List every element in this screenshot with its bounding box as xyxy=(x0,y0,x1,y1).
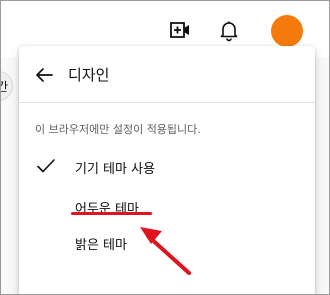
video-plus-icon xyxy=(170,22,189,38)
highlight-underline xyxy=(71,212,152,215)
check-icon xyxy=(35,155,57,177)
appearance-menu: 디자인 이 브라우저에만 설정이 적용됩니다. 기기 테마 사용 어두운 테마 … xyxy=(19,46,315,294)
menu-note: 이 브라우저에만 설정이 적용됩니다. xyxy=(35,123,201,136)
option-dark-theme[interactable]: 어두운 테마 xyxy=(19,190,315,224)
notifications-button[interactable] xyxy=(217,18,241,42)
option-label: 기기 테마 사용 xyxy=(75,162,156,177)
create-video-button[interactable] xyxy=(168,18,192,42)
menu-title: 디자인 xyxy=(68,66,110,84)
back-button[interactable] xyxy=(32,63,56,87)
back-arrow-icon xyxy=(36,68,53,82)
option-light-theme[interactable]: 밝은 테마 xyxy=(19,226,315,260)
avatar[interactable] xyxy=(271,15,303,47)
bell-icon xyxy=(220,21,238,42)
side-chip[interactable]: 간 xyxy=(1,71,13,101)
option-device-theme[interactable]: 기기 테마 사용 xyxy=(19,150,315,184)
screenshot-frame: 간 디자인 이 브라우저에만 설정이 적용됩니다. 기기 테마 사용 어두운 테… xyxy=(0,0,330,295)
menu-header: 디자인 xyxy=(19,46,315,101)
option-label: 밝은 테마 xyxy=(75,238,127,253)
side-chip-label: 간 xyxy=(1,80,8,94)
menu-divider xyxy=(19,102,315,103)
